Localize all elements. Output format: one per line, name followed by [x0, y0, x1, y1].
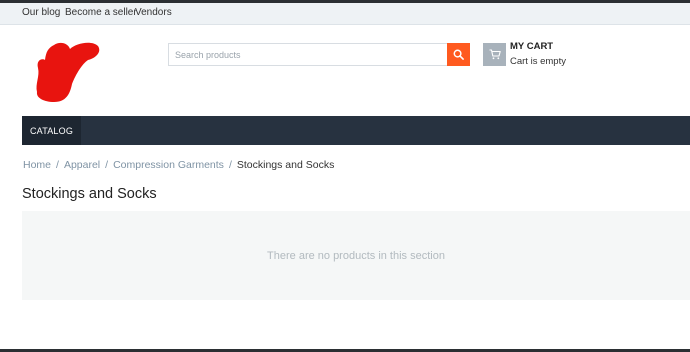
top-link-become-seller[interactable]: Become a seller [65, 7, 137, 18]
cart-status: Cart is empty [510, 56, 566, 67]
logo-redacted-scribble [36, 42, 100, 102]
breadcrumb: Home / Apparel / Compression Garments / Stocki… [23, 159, 334, 171]
logo[interactable] [32, 40, 104, 106]
search-input[interactable] [169, 44, 447, 65]
search-icon [453, 49, 464, 60]
cart-icon [489, 49, 501, 60]
breadcrumb-current: Stockings and Socks [236, 159, 335, 171]
nav-catalog-button[interactable]: CATALOG [22, 116, 81, 145]
search-button[interactable] [447, 43, 470, 66]
cart-title[interactable]: MY CART [510, 41, 553, 52]
breadcrumb-apparel[interactable]: Apparel [64, 159, 100, 171]
top-links-bar: Our blog Become a seller Vendors [0, 3, 690, 25]
top-link-blog[interactable]: Our blog [22, 7, 60, 18]
breadcrumb-home[interactable]: Home [23, 159, 51, 171]
search-box [168, 43, 470, 66]
cart-button[interactable] [483, 43, 506, 66]
breadcrumb-compression-garments[interactable]: Compression Garments [113, 159, 224, 171]
empty-products-message: There are no products in this section [267, 249, 445, 262]
top-link-vendors[interactable]: Vendors [135, 7, 172, 18]
page-title: Stockings and Socks [22, 186, 157, 202]
breadcrumb-separator: / [56, 159, 59, 171]
main-nav-bar: CATALOG [22, 116, 690, 145]
breadcrumb-separator: / [105, 159, 109, 171]
products-empty-panel: There are no products in this section [22, 211, 690, 300]
breadcrumb-separator: / [228, 159, 232, 171]
